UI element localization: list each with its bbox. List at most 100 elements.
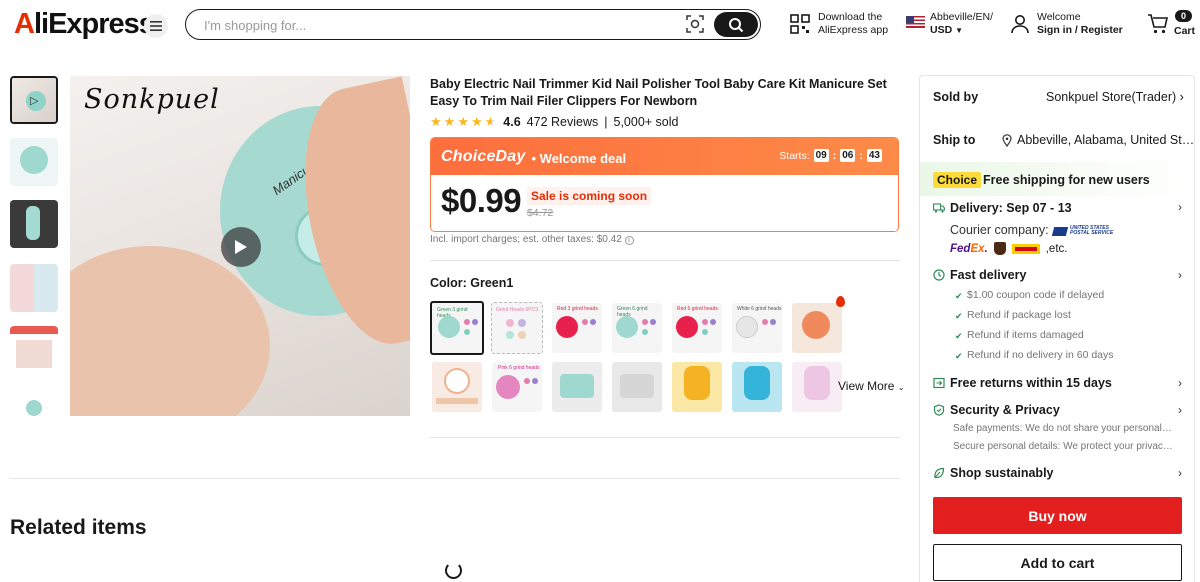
swatch-caption: Pink 6 grind heads [498,365,540,371]
search-button[interactable] [714,12,758,37]
image-search-icon[interactable] [686,15,706,35]
fast-delivery-item: Refund if no delivery in 60 days [967,349,1114,361]
locale-selector[interactable]: Abbeville/EN/ USD ▼ [906,11,993,37]
reviews-link[interactable]: 472 Reviews [527,115,599,129]
check-icon: ✔ [955,311,963,321]
swatch-grind-heads[interactable]: Grind Heads 6PCS [491,302,543,354]
divider [430,437,900,438]
hot-flame-icon [836,296,845,307]
swatch-white-6[interactable]: White 6 grind heads [732,303,782,353]
play-icon [235,240,247,254]
brand-watermark: Sonkpuel [84,84,220,115]
swatch-red-3[interactable]: Red 3 grind heads [552,303,602,353]
welcome-text: Welcome [1037,11,1081,23]
swatch-yellow[interactable] [672,362,722,412]
chevron-right-icon: › [1179,90,1184,104]
deal-label: Welcome deal [539,150,627,166]
divider [430,260,900,261]
shield-icon [933,404,945,416]
check-icon: ✔ [955,351,963,361]
swatch-green-6[interactable]: Green 6 grind heads [612,303,662,353]
chevron-right-icon[interactable]: › [1178,376,1182,390]
purchase-panel: Sold by Sonkpuel Store(Trader) › Ship to… [919,75,1195,582]
swatch-peach[interactable] [792,303,842,353]
check-icon: ✔ [955,291,963,301]
swatch-pink[interactable] [792,362,842,412]
swatch-grey-box[interactable] [612,362,662,412]
fast-delivery-item: Refund if items damaged [967,329,1084,341]
us-flag-icon [906,16,925,28]
ship-location[interactable]: Abbeville, Alabama, United States [1017,133,1194,147]
chevron-right-icon[interactable]: › [1178,268,1182,282]
separator: | [604,115,608,129]
download-app[interactable]: Download the AliExpress app [790,11,888,37]
thumbnail-video[interactable]: ▷ [10,76,58,124]
download-line2: AliExpress app [818,24,889,36]
timer-seconds: 43 [866,149,882,162]
choiceday-logo: ChoiceDay [441,147,526,165]
thumbnail-5[interactable] [10,326,58,374]
ship-to-label: Ship to [933,133,976,147]
dhl-logo [1011,243,1040,254]
original-price: $4.72 [527,207,554,219]
starts-label: Starts: [779,149,810,162]
swatch-caption: White 6 grind heads [737,306,782,312]
courier-label: Courier company: [950,223,1049,237]
sold-by-label: Sold by [933,90,979,104]
fast-delivery-label: Fast delivery [950,268,1027,282]
swatch-green-box[interactable] [552,362,602,412]
security-label: Security & Privacy [950,403,1060,417]
header: AliExpress Download the AliExpress app A… [0,0,1200,50]
chevron-down-icon: ⌄ [897,383,905,392]
chevron-right-icon[interactable]: › [1178,403,1182,417]
chevron-right-icon[interactable]: › [1178,466,1182,480]
usps-logo: UNITED STATES POSTAL SERVICE [1051,226,1127,236]
chevron-right-icon[interactable]: › [1178,200,1182,214]
check-icon: ✔ [955,331,963,341]
swatch-orange-case[interactable] [432,362,482,412]
free-shipping-text: Free shipping for new users [983,173,1150,187]
free-returns-label: Free returns within 15 days [950,376,1112,390]
rating-value: 4.6 [503,115,521,129]
swatch-red-6[interactable]: Red 6 grind heads [672,303,722,353]
security-row[interactable]: Security & Privacy [933,403,1060,417]
aliexpress-logo[interactable]: AliExpress [14,8,155,41]
thumbnail-6[interactable] [10,388,58,416]
swatch-pink-6[interactable]: Pink 6 grind heads [492,362,542,412]
info-icon[interactable]: i [624,236,634,245]
qr-code-icon [790,14,810,34]
store-link[interactable]: Sonkpuel Store(Trader) › [1046,90,1184,104]
thumbnail-3[interactable] [10,200,58,248]
sign-in-link[interactable]: Sign in / Register [1037,24,1123,37]
buy-now-button[interactable]: Buy now [933,497,1182,534]
menu-icon[interactable] [144,14,168,38]
play-video-button[interactable] [221,227,261,267]
search-input[interactable] [204,15,674,35]
sustainably-row[interactable]: Shop sustainably [933,466,1054,480]
currency: USD [930,24,953,36]
swatch-green1[interactable]: Green 3 grind heads [430,301,484,355]
account[interactable]: Welcome Sign in / Register [1010,11,1123,37]
swatch-blue[interactable] [732,362,782,412]
thumbnail-4[interactable] [10,264,58,312]
main-product-image[interactable]: Manicure fashion Sonkpuel [70,76,410,416]
clock-icon [933,269,945,281]
countdown-timer: Starts: 09: 06: 43 [779,149,882,162]
add-to-cart-button[interactable]: Add to cart [933,544,1182,581]
chevron-down-icon: ▼ [955,26,964,35]
free-returns-row[interactable]: Free returns within 15 days [933,376,1112,390]
fast-delivery-item: Refund if package lost [967,309,1071,321]
view-more-link[interactable]: View More ⌄ [838,379,905,393]
swatch-caption: Red 6 grind heads [677,306,718,312]
swatch-caption: Red 3 grind heads [557,306,598,312]
fast-delivery-row[interactable]: Fast delivery [933,268,1026,282]
security-item: Secure personal details: We protect your… [953,441,1173,452]
related-items-heading: Related items [10,516,147,539]
delivery-row[interactable]: Delivery: Sep 07 - 13 [933,201,1072,215]
thumbnail-2[interactable] [10,138,58,186]
welcome-deal-label: • Welcome deal [531,150,627,166]
taxes-text: Incl. import charges; est. other taxes: … [430,234,622,245]
cart-label: Cart [1174,25,1196,37]
ups-logo [993,242,1006,255]
security-item: Safe payments: We do not share your pers… [953,423,1173,434]
